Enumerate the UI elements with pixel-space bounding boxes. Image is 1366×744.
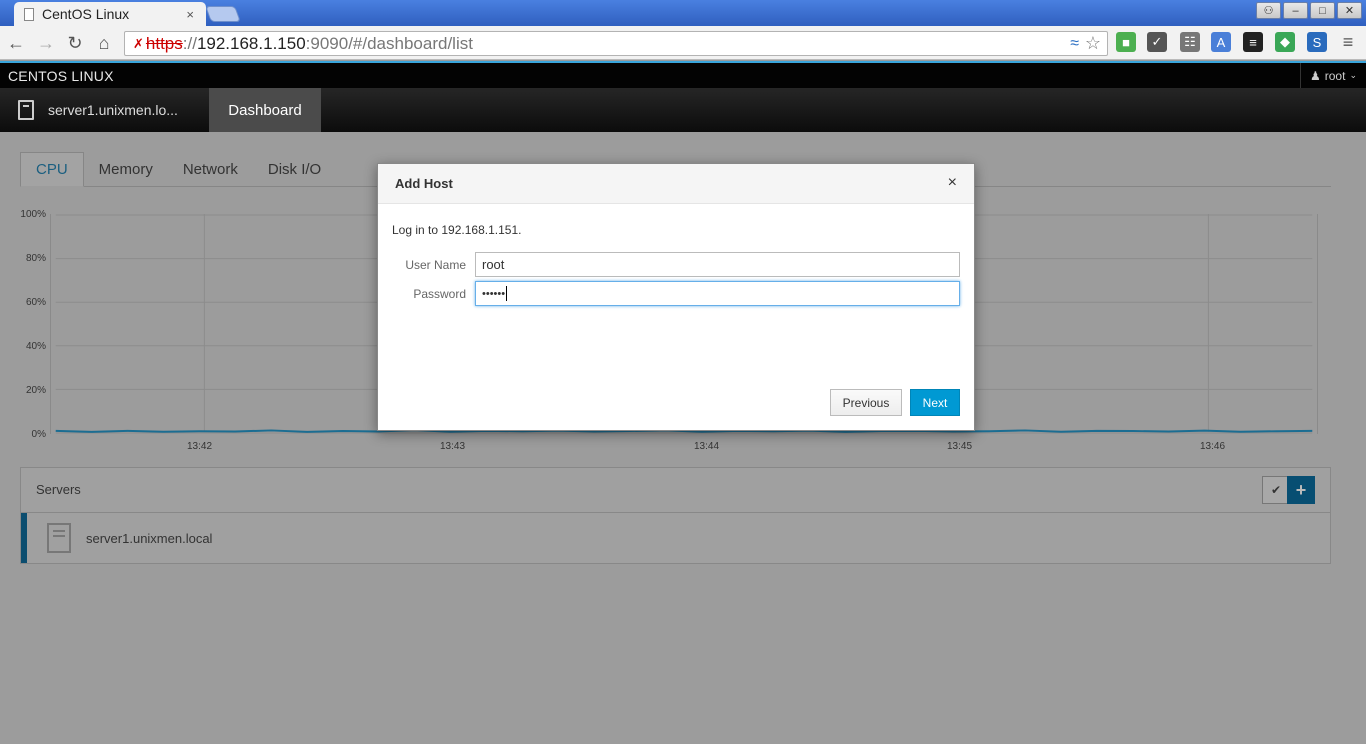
x-tick-label: 13:45: [947, 441, 973, 452]
user-name: root: [1324, 68, 1346, 83]
dialog-title: Add Host: [395, 176, 453, 191]
username-input[interactable]: root: [475, 252, 960, 277]
y-tick-label: 40%: [25, 341, 46, 352]
server-row[interactable]: server1.unixmen.local: [21, 513, 1330, 563]
close-icon[interactable]: ×: [948, 174, 957, 192]
user-menu[interactable]: ♟ root ⌄: [1300, 63, 1366, 88]
login-message: Log in to 192.168.1.151.: [392, 223, 522, 237]
close-window-button[interactable]: ✕: [1337, 2, 1362, 19]
server-selector-label: server1.unixmen.lo...: [48, 102, 178, 118]
server-icon: [18, 100, 34, 120]
bookmark-star-icon[interactable]: ☆: [1085, 33, 1101, 54]
password-value: ••••••: [482, 287, 506, 300]
x-tick-label: 13:43: [440, 441, 466, 452]
maximize-button[interactable]: □: [1310, 2, 1335, 19]
x-tick-label: 13:42: [187, 441, 213, 452]
servers-panel: Servers ✔ + server1.unixmen.local: [20, 467, 1331, 564]
window-controls: ⚇ – □ ✕: [1256, 2, 1362, 19]
username-value: root: [482, 257, 505, 272]
menu-icon[interactable]: ≡: [1338, 32, 1358, 52]
servers-header: Servers ✔ +: [21, 468, 1330, 513]
url-host: 192.168.1.150: [196, 33, 306, 53]
chevron-down-icon: ⌄: [1349, 70, 1357, 80]
x-tick-label: 13:46: [1200, 441, 1226, 452]
username-label: User Name: [405, 258, 466, 272]
y-tick-label: 100%: [20, 209, 46, 220]
extension-s-icon[interactable]: S: [1307, 32, 1327, 52]
server-icon: [47, 523, 71, 553]
add-server-button[interactable]: +: [1287, 476, 1315, 504]
extension-wave-icon[interactable]: ≈: [1070, 35, 1079, 53]
y-tick-label: 0%: [31, 429, 46, 440]
translate-icon[interactable]: A: [1211, 32, 1231, 52]
browser-tab[interactable]: CentOS Linux ×: [14, 2, 206, 26]
password-label: Password: [413, 287, 466, 301]
y-tick-label: 80%: [25, 253, 46, 264]
home-icon[interactable]: ⌂: [94, 33, 114, 53]
text-caret: [506, 286, 508, 301]
dashboard-tab[interactable]: Dashboard: [209, 88, 321, 132]
reload-icon[interactable]: ↻: [65, 33, 85, 53]
tab-network[interactable]: Network: [168, 152, 253, 187]
servers-title: Servers: [36, 482, 81, 497]
previous-button[interactable]: Previous: [830, 389, 902, 416]
y-tick-label: 20%: [25, 385, 46, 396]
profile-button[interactable]: ⚇: [1256, 2, 1281, 19]
next-button[interactable]: Next: [910, 389, 960, 416]
insecure-lock-icon[interactable]: ✗: [133, 36, 144, 52]
extension-icon-3[interactable]: ☷: [1180, 32, 1200, 52]
buffer-icon[interactable]: ≡: [1243, 32, 1263, 52]
app-navbar: server1.unixmen.lo... Dashboard: [0, 88, 1366, 132]
forward-icon[interactable]: →: [36, 33, 56, 53]
server-selector[interactable]: server1.unixmen.lo...: [0, 88, 196, 132]
new-tab-button[interactable]: [205, 6, 241, 22]
back-icon[interactable]: ←: [6, 33, 26, 53]
brand-title: CENTOS LINUX: [8, 68, 114, 84]
minimize-button[interactable]: –: [1283, 2, 1308, 19]
edit-servers-button[interactable]: ✔: [1262, 476, 1290, 504]
dialog-header: Add Host ×: [378, 164, 974, 204]
address-bar[interactable]: ✗ https :// 192.168.1.150 :9090/#/dashbo…: [124, 31, 1108, 56]
dialog-body: Log in to 192.168.1.151. User Name root …: [378, 204, 974, 432]
add-host-dialog: Add Host × Log in to 192.168.1.151. User…: [377, 163, 975, 431]
tab-title: CentOS Linux: [42, 6, 130, 22]
tab-disk-io[interactable]: Disk I/O: [253, 152, 336, 187]
y-tick-label: 60%: [25, 297, 46, 308]
tab-cpu[interactable]: CPU: [20, 152, 84, 187]
x-tick-label: 13:44: [694, 441, 720, 452]
tab-memory[interactable]: Memory: [84, 152, 168, 187]
browser-tabstrip: CentOS Linux × ⚇ – □ ✕: [0, 0, 1366, 26]
app-topbar: CENTOS LINUX ♟ root ⌄: [0, 61, 1366, 88]
server-name: server1.unixmen.local: [86, 530, 213, 546]
extension-icon-1[interactable]: ■: [1116, 32, 1136, 52]
extension-icon-2[interactable]: ✓: [1147, 32, 1167, 52]
document-icon: [24, 7, 34, 21]
evernote-icon[interactable]: ◆: [1275, 32, 1295, 52]
tab-close-icon[interactable]: ×: [186, 7, 194, 22]
url-scheme: https: [145, 33, 183, 53]
url-path: :9090/#/dashboard/list: [305, 33, 473, 53]
user-icon: ♟: [1310, 68, 1321, 83]
password-input[interactable]: ••••••: [475, 281, 960, 306]
